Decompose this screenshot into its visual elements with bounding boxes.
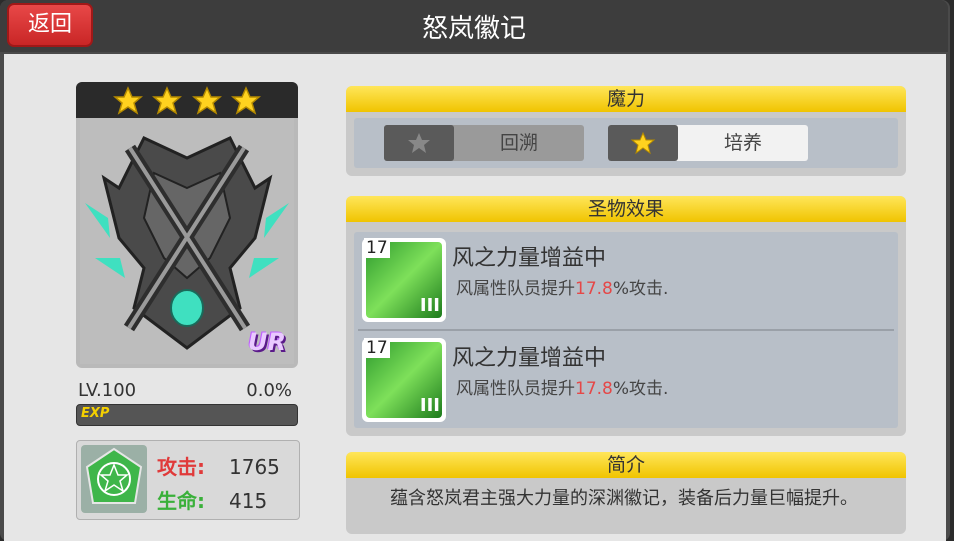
cultivate-icon-box bbox=[608, 125, 678, 161]
stats-box: 攻击: 1765 生命: 415 bbox=[76, 440, 300, 520]
rarity-badge: UR bbox=[248, 328, 286, 356]
effect-item: 17 III 风之力量增益中 风属性队员提升17.8%攻击. bbox=[354, 332, 898, 428]
effect-divider bbox=[358, 329, 894, 331]
magic-panel: 魔力 回溯 培养 bbox=[346, 86, 906, 176]
effects-panel: 圣物效果 17 III 风之力量增益中 风属性队员提升17.8%攻击. 17 I… bbox=[346, 196, 906, 436]
intro-panel: 简介 蕴含怒岚君主强大力量的深渊徽记，装备后力量巨幅提升。 bbox=[346, 452, 906, 534]
effect-title: 风之力量增益中 bbox=[452, 246, 607, 271]
effects-header: 圣物效果 bbox=[346, 196, 906, 222]
effect-level: 17 bbox=[364, 238, 390, 258]
attack-value: 1765 bbox=[229, 455, 280, 479]
back-button[interactable]: 返回 bbox=[7, 3, 93, 47]
star-icon bbox=[152, 86, 183, 115]
hp-value: 415 bbox=[229, 489, 268, 513]
effect-level: 17 bbox=[364, 338, 390, 358]
exp-percent: 0.0% bbox=[246, 380, 292, 401]
rewind-star-icon bbox=[408, 133, 430, 153]
hp-label: 生命: bbox=[157, 489, 205, 513]
item-card: UR bbox=[76, 82, 298, 368]
cultivate-label: 培养 bbox=[723, 132, 762, 154]
intro-text: 蕴含怒岚君主强大力量的深渊徽记，装备后力量巨幅提升。 bbox=[390, 488, 858, 509]
star-icon bbox=[230, 86, 261, 115]
effect-desc: 风属性队员提升17.8%攻击. bbox=[456, 379, 669, 399]
top-bar: 怒岚徽记 bbox=[0, 0, 948, 52]
exp-bar: EXP bbox=[76, 404, 298, 426]
emblem-artwork: UR bbox=[80, 118, 294, 364]
level-text: LV.100 bbox=[78, 380, 137, 401]
window-frame: 怒岚徽记 返回 UR LV.100 0.0% EXP 攻击: 1765 生命: … bbox=[0, 0, 950, 541]
intro-header: 简介 bbox=[346, 452, 906, 478]
attack-label: 攻击: bbox=[157, 455, 205, 479]
rewind-icon-box bbox=[384, 125, 454, 161]
effect-icon: 17 III bbox=[362, 338, 446, 422]
star-icon bbox=[191, 86, 222, 115]
effect-desc: 风属性队员提升17.8%攻击. bbox=[456, 279, 669, 299]
magic-body: 回溯 培养 bbox=[354, 118, 898, 168]
wind-element-icon bbox=[81, 445, 147, 513]
effect-tier: III bbox=[419, 395, 440, 416]
magic-header: 魔力 bbox=[346, 86, 906, 112]
effect-item: 17 III 风之力量增益中 风属性队员提升17.8%攻击. bbox=[354, 232, 898, 328]
exp-label: EXP bbox=[81, 406, 110, 421]
cultivate-button[interactable]: 培养 bbox=[608, 125, 808, 161]
star-bar bbox=[76, 82, 298, 118]
star-icon bbox=[113, 86, 144, 115]
page-title: 怒岚徽记 bbox=[421, 14, 526, 44]
effects-body: 17 III 风之力量增益中 风属性队员提升17.8%攻击. 17 III 风之… bbox=[354, 232, 898, 428]
rewind-button[interactable]: 回溯 bbox=[384, 125, 584, 161]
effect-title: 风之力量增益中 bbox=[452, 346, 607, 371]
level-row: LV.100 0.0% EXP bbox=[76, 380, 298, 428]
cultivate-star-icon bbox=[630, 131, 656, 155]
effect-icon: 17 III bbox=[362, 238, 446, 322]
effect-tier: III bbox=[419, 295, 440, 316]
rewind-label: 回溯 bbox=[499, 132, 538, 154]
